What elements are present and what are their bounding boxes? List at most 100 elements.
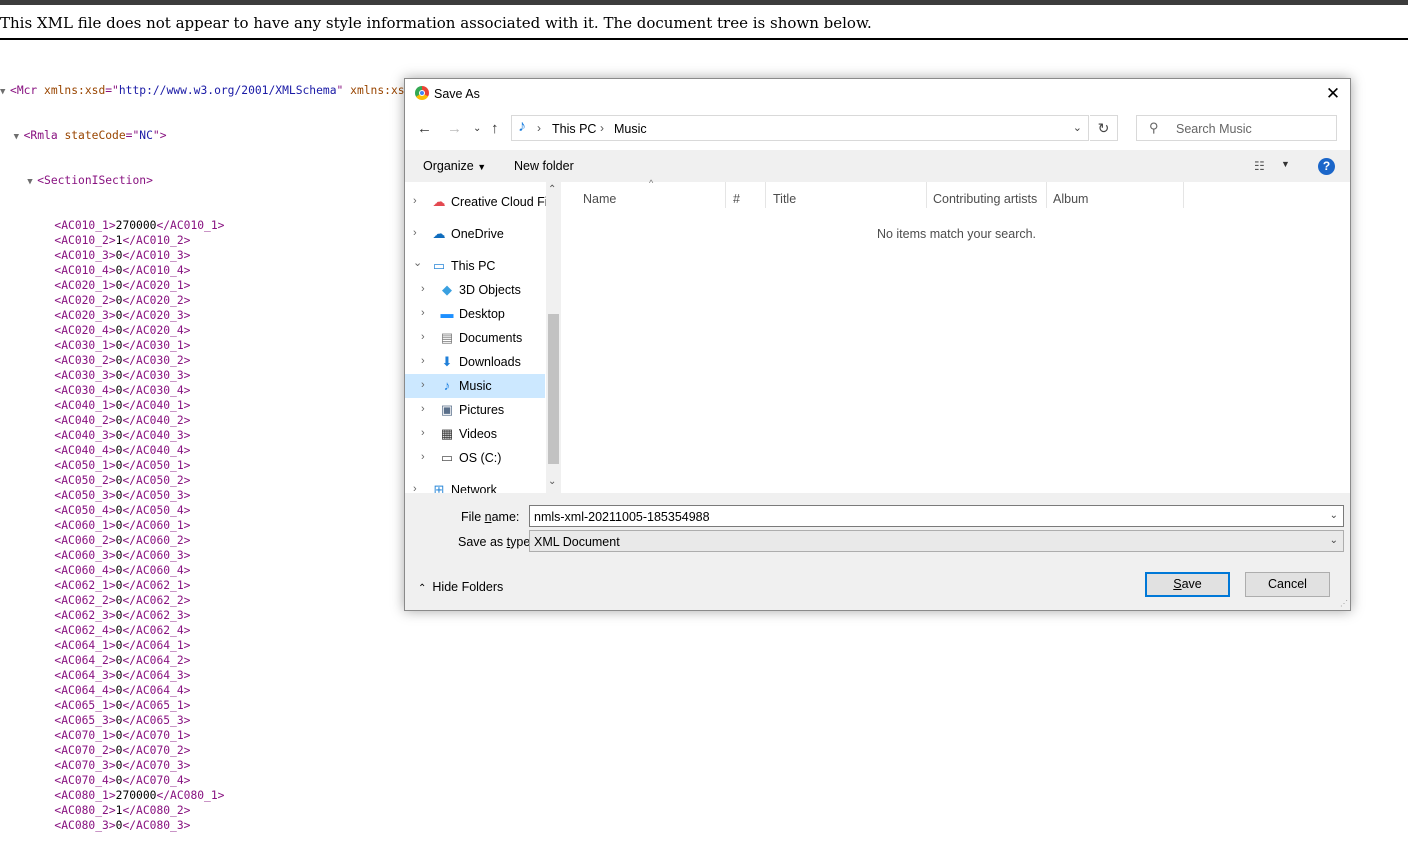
nav-item-os-c[interactable]: › ▭ OS (C:) bbox=[405, 446, 545, 470]
chevron-right-icon[interactable]: › bbox=[413, 483, 417, 493]
scroll-down-icon[interactable]: ⌄ bbox=[548, 476, 556, 487]
xml-open-tag: <AC030_2> bbox=[54, 354, 116, 367]
nav-item-documents[interactable]: › ▤ Documents bbox=[405, 326, 545, 350]
chevron-right-icon[interactable]: › bbox=[421, 307, 425, 319]
new-folder-button[interactable]: New folder bbox=[514, 159, 574, 173]
recent-locations-chevron-icon[interactable]: ⌄ bbox=[473, 123, 481, 134]
nav-item-desktop[interactable]: › ▬ Desktop bbox=[405, 302, 545, 326]
nav-item-music[interactable]: › ♪ Music bbox=[405, 374, 545, 398]
save-as-type-label: Save as type: bbox=[458, 535, 534, 549]
address-bar[interactable]: ♪ › This PC › Music ⌄ bbox=[511, 115, 1089, 141]
chevron-right-icon[interactable]: › bbox=[421, 331, 425, 343]
forward-arrow-icon[interactable]: → bbox=[447, 120, 462, 137]
breadcrumb-this-pc[interactable]: This PC bbox=[552, 122, 596, 136]
nav-scrollbar[interactable]: ⌃ ⌄ bbox=[546, 182, 561, 493]
chevron-down-icon[interactable]: ⌄ bbox=[1330, 535, 1338, 546]
search-box[interactable]: ⚲ Search Music bbox=[1136, 115, 1337, 141]
xml-close-tag: </AC080_3> bbox=[122, 819, 191, 832]
xml-open-tag: <AC030_1> bbox=[54, 339, 116, 352]
refresh-button[interactable]: ↻ bbox=[1090, 115, 1118, 141]
column-header-title[interactable]: Title bbox=[773, 192, 796, 206]
column-header-number[interactable]: # bbox=[733, 192, 740, 206]
xml-rmla-tag: Rmla bbox=[30, 129, 58, 142]
xml-open-tag: <AC020_1> bbox=[54, 279, 116, 292]
breadcrumb-separator-icon[interactable]: › bbox=[537, 121, 541, 135]
music-icon: ♪ bbox=[443, 378, 451, 393]
column-divider[interactable] bbox=[765, 182, 766, 208]
nav-item-label: Downloads bbox=[459, 355, 521, 369]
chevron-right-icon[interactable]: › bbox=[421, 451, 425, 463]
xml-close-tag: </AC070_1> bbox=[122, 729, 191, 742]
collapse-triangle-icon[interactable]: ▼ bbox=[27, 175, 37, 190]
back-arrow-icon[interactable]: ← bbox=[417, 120, 432, 137]
dialog-titlebar[interactable]: Save As ✕ bbox=[405, 79, 1350, 109]
nav-item-onedrive[interactable]: › ☁ OneDrive bbox=[405, 222, 545, 246]
chevron-right-icon[interactable]: › bbox=[421, 379, 425, 391]
nav-item-videos[interactable]: › ▦ Videos bbox=[405, 422, 545, 446]
nav-item-this-pc[interactable]: ⌄ ▭ This PC bbox=[405, 254, 545, 278]
hide-folders-label: Hide Folders bbox=[432, 580, 504, 594]
chevron-right-icon[interactable]: › bbox=[421, 283, 425, 295]
column-header-contributing-artists[interactable]: Contributing artists bbox=[933, 192, 1037, 206]
collapse-triangle-icon[interactable]: ▼ bbox=[14, 130, 24, 145]
xml-element-line: <AC070_3>0</AC070_3> bbox=[0, 758, 1105, 773]
xml-open-tag: <AC060_2> bbox=[54, 534, 116, 547]
save-as-type-select[interactable]: XML Document ⌄ bbox=[529, 530, 1344, 552]
nav-item-label: OneDrive bbox=[451, 227, 504, 241]
cancel-button[interactable]: Cancel bbox=[1245, 572, 1330, 597]
column-divider[interactable] bbox=[1046, 182, 1047, 208]
nav-item-label: Videos bbox=[459, 427, 497, 441]
xml-element-line: <AC070_2>0</AC070_2> bbox=[0, 743, 1105, 758]
breadcrumb-music[interactable]: Music bbox=[614, 122, 647, 136]
save-button-accel: S bbox=[1173, 577, 1182, 591]
file-name-input[interactable]: nmls-xml-20211005-185354988 ⌄ bbox=[529, 505, 1344, 527]
scrollbar-thumb[interactable] bbox=[548, 314, 559, 464]
nav-item-label: Documents bbox=[459, 331, 523, 345]
chevron-right-icon[interactable]: › bbox=[421, 403, 425, 415]
collapse-triangle-icon[interactable]: ▼ bbox=[0, 85, 10, 100]
scroll-up-icon[interactable]: ⌃ bbox=[548, 184, 556, 195]
view-options-icon[interactable]: ☷ bbox=[1254, 159, 1265, 173]
xml-open-tag: <AC062_4> bbox=[54, 624, 116, 637]
nav-item-creative-cloud-fil[interactable]: › ☁ Creative Cloud Fil bbox=[405, 190, 550, 214]
nav-item-downloads[interactable]: › ⬇ Downloads bbox=[405, 350, 545, 374]
column-divider[interactable] bbox=[1183, 182, 1184, 208]
xml-close-tag: </AC080_1> bbox=[156, 789, 225, 802]
xml-element-value: 0 bbox=[115, 714, 123, 727]
xml-close-tag: </AC010_1> bbox=[156, 219, 225, 232]
xml-close-tag: </AC064_1> bbox=[122, 639, 191, 652]
organize-menu[interactable]: Organize ▼ bbox=[423, 159, 486, 173]
chevron-right-icon[interactable]: › bbox=[421, 427, 425, 439]
file-list-pane[interactable]: Name ^ # Title Contributing artists Albu… bbox=[563, 178, 1350, 493]
chevron-down-icon[interactable]: ⌄ bbox=[1330, 510, 1338, 521]
column-divider[interactable] bbox=[926, 182, 927, 208]
column-divider[interactable] bbox=[725, 182, 726, 208]
help-icon[interactable]: ? bbox=[1318, 158, 1335, 175]
xml-element-line: <AC070_1>0</AC070_1> bbox=[0, 728, 1105, 743]
xml-open-tag: <AC064_1> bbox=[54, 639, 116, 652]
nav-item-3d-objects[interactable]: › ◆ 3D Objects bbox=[405, 278, 545, 302]
close-button[interactable]: ✕ bbox=[1322, 83, 1344, 105]
nav-item-network[interactable]: › ⊞ Network bbox=[405, 478, 545, 493]
column-header-album[interactable]: Album bbox=[1053, 192, 1088, 206]
xml-element-line: <AC064_3>0</AC064_3> bbox=[0, 668, 1105, 683]
view-dropdown-icon[interactable]: ▼ bbox=[1281, 159, 1290, 169]
breadcrumb-separator-icon[interactable]: › bbox=[600, 121, 604, 135]
hide-folders-button[interactable]: ⌃ Hide Folders bbox=[418, 580, 503, 594]
chevron-right-icon[interactable]: › bbox=[413, 195, 417, 207]
xml-open-tag: <AC010_1> bbox=[54, 219, 116, 232]
sort-ascending-icon: ^ bbox=[649, 178, 654, 188]
chevron-right-icon[interactable]: › bbox=[413, 227, 417, 239]
chevron-right-icon[interactable]: › bbox=[421, 355, 425, 367]
resize-grip-icon[interactable]: ⋰ bbox=[1340, 599, 1348, 608]
column-header-name[interactable]: Name bbox=[583, 192, 616, 206]
drive-icon: ▭ bbox=[440, 450, 454, 465]
xml-element-value: 0 bbox=[115, 729, 123, 742]
chevron-down-icon[interactable]: ⌄ bbox=[413, 256, 422, 269]
address-dropdown-icon[interactable]: ⌄ bbox=[1073, 121, 1082, 134]
save-button[interactable]: Save bbox=[1145, 572, 1230, 597]
nav-item-pictures[interactable]: › ▣ Pictures bbox=[405, 398, 545, 422]
xml-close-tag: </AC050_1> bbox=[122, 459, 191, 472]
up-arrow-icon[interactable]: ↑ bbox=[491, 120, 499, 137]
xml-open-tag: <AC010_2> bbox=[54, 234, 116, 247]
